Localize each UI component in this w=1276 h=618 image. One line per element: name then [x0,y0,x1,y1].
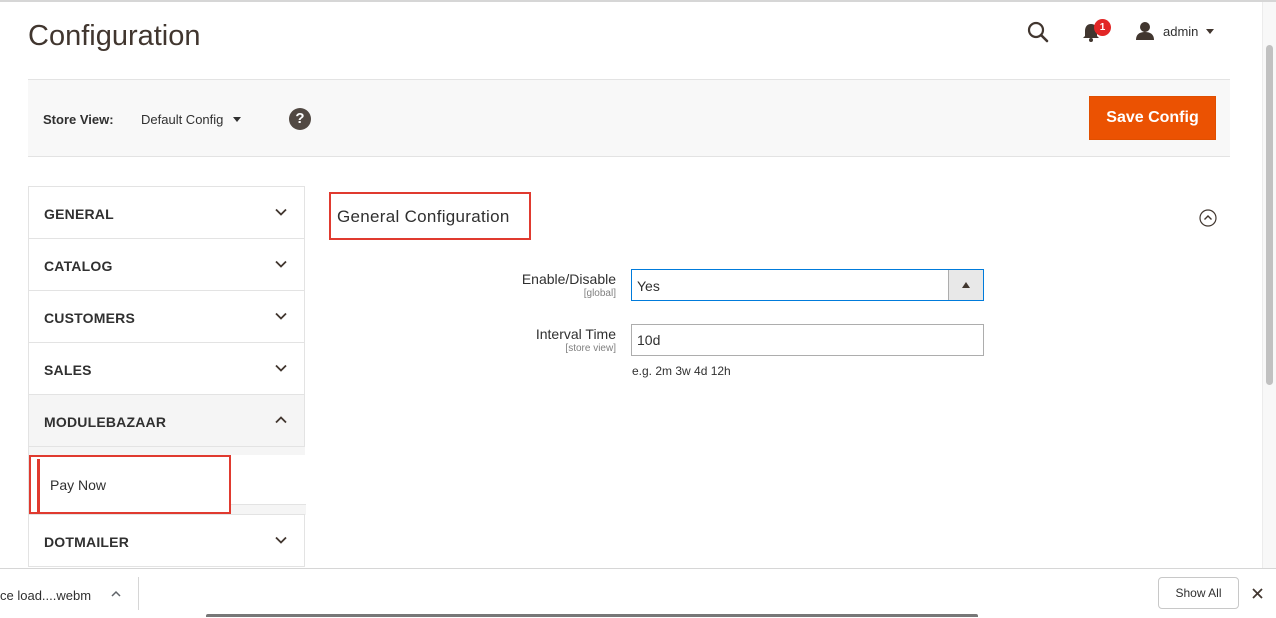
chevron-up-icon [275,416,287,424]
sidebar-item-modulebazaar[interactable]: MODULEBAZAAR [28,395,305,447]
notification-badge: 1 [1094,19,1111,36]
download-file-name[interactable]: ce load....webm [0,588,91,603]
interval-time-input[interactable] [631,324,984,356]
sidebar-subitem-label: Pay Now [50,477,107,493]
close-icon[interactable] [1251,587,1264,600]
sidebar-item-label: DOTMAILER [44,534,130,550]
store-view-switcher[interactable]: Default Config [141,112,242,127]
top-border [0,0,1276,2]
sidebar-subitem-pay-now[interactable]: Pay Now [29,455,231,514]
sidebar-item-label: CUSTOMERS [44,310,135,326]
chevron-down-icon [275,208,287,216]
enable-disable-scope: [global] [583,288,616,299]
select-toggle [948,270,983,300]
user-name: admin [1163,23,1199,39]
section-header[interactable]: General Configuration [329,192,531,240]
interval-time-label: Interval Time [535,326,616,342]
chevron-up-icon[interactable] [111,589,121,599]
active-indicator [37,459,40,514]
section-title: General Configuration [337,207,510,226]
sidebar-item-label: SALES [44,362,92,378]
divider [138,577,139,610]
caret-up-icon [962,282,970,288]
sidebar-item-label: GENERAL [44,206,114,222]
user-menu[interactable]: admin [1135,20,1215,42]
caret-down-icon [1206,28,1215,34]
user-icon [1136,22,1154,40]
chevron-down-icon [275,364,287,372]
collapse-circle-icon[interactable] [1199,209,1217,227]
enable-disable-label: Enable/Disable [521,271,616,287]
page-title: Configuration [28,20,201,52]
show-all-button[interactable]: Show All [1158,577,1239,609]
caret-down-icon [233,117,242,122]
sidebar-item-catalog[interactable]: CATALOG [28,239,305,291]
scrollbar-thumb[interactable] [1266,45,1273,385]
download-bar: ce load....webm Show All [0,568,1276,618]
sidebar-item-label: MODULEBAZAAR [44,414,167,430]
sidebar-item-dotmailer[interactable]: DOTMAILER [28,514,305,567]
config-sidebar: GENERAL CATALOG CUSTOMERS SALES MODULEBA… [28,186,306,567]
search-icon[interactable] [1027,21,1049,43]
chevron-down-icon [275,260,287,268]
sidebar-item-customers[interactable]: CUSTOMERS [28,291,305,343]
sidebar-item-label: CATALOG [44,258,113,274]
sidebar-item-sales[interactable]: SALES [28,343,305,395]
store-view-bar: Store View: Default Config ? Save Config [28,79,1230,157]
enable-disable-select[interactable]: Yes [631,269,984,301]
store-view-label: Store View: [43,112,114,127]
help-icon[interactable]: ? [289,108,311,130]
enable-disable-value: Yes [637,278,660,294]
store-view-value: Default Config [141,112,224,127]
chevron-down-icon [275,536,287,544]
chevron-down-icon [275,312,287,320]
interval-time-scope: [store view] [565,343,616,354]
interval-time-note: e.g. 2m 3w 4d 12h [632,364,731,378]
modulebazaar-submenu: Pay Now [28,447,306,515]
save-config-button[interactable]: Save Config [1089,96,1216,140]
submenu-top [29,447,305,455]
sidebar-item-general[interactable]: GENERAL [28,186,305,239]
